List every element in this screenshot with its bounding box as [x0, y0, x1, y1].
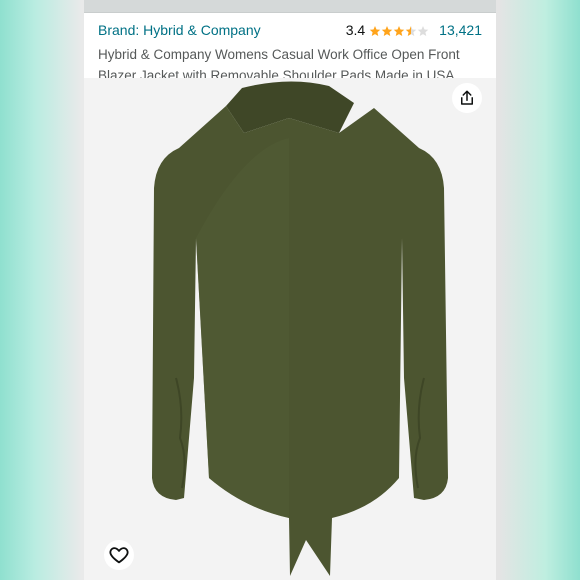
star-icon: [393, 24, 405, 37]
share-button[interactable]: [452, 83, 482, 113]
wishlist-button[interactable]: [104, 540, 134, 570]
rating-score: 3.4: [345, 22, 366, 38]
star-empty-icon: [417, 24, 429, 37]
star-rating: [369, 24, 429, 37]
star-icon: [369, 24, 381, 37]
product-image-jacket[interactable]: [84, 78, 496, 580]
share-icon: [461, 90, 473, 105]
brand-link[interactable]: Brand: Hybrid & Company: [98, 22, 261, 38]
review-count-link[interactable]: 13,421: [439, 22, 482, 38]
heart-icon: [109, 547, 129, 564]
star-half-icon: [405, 24, 417, 37]
top-bar: [84, 0, 496, 13]
product-header: Brand: Hybrid & Company 3.4 13,421 Hybri…: [84, 13, 496, 86]
product-page: Brand: Hybrid & Company 3.4 13,421 Hybri…: [84, 0, 496, 580]
rating-summary[interactable]: 3.4 13,421: [346, 22, 482, 38]
star-icon: [381, 24, 393, 37]
